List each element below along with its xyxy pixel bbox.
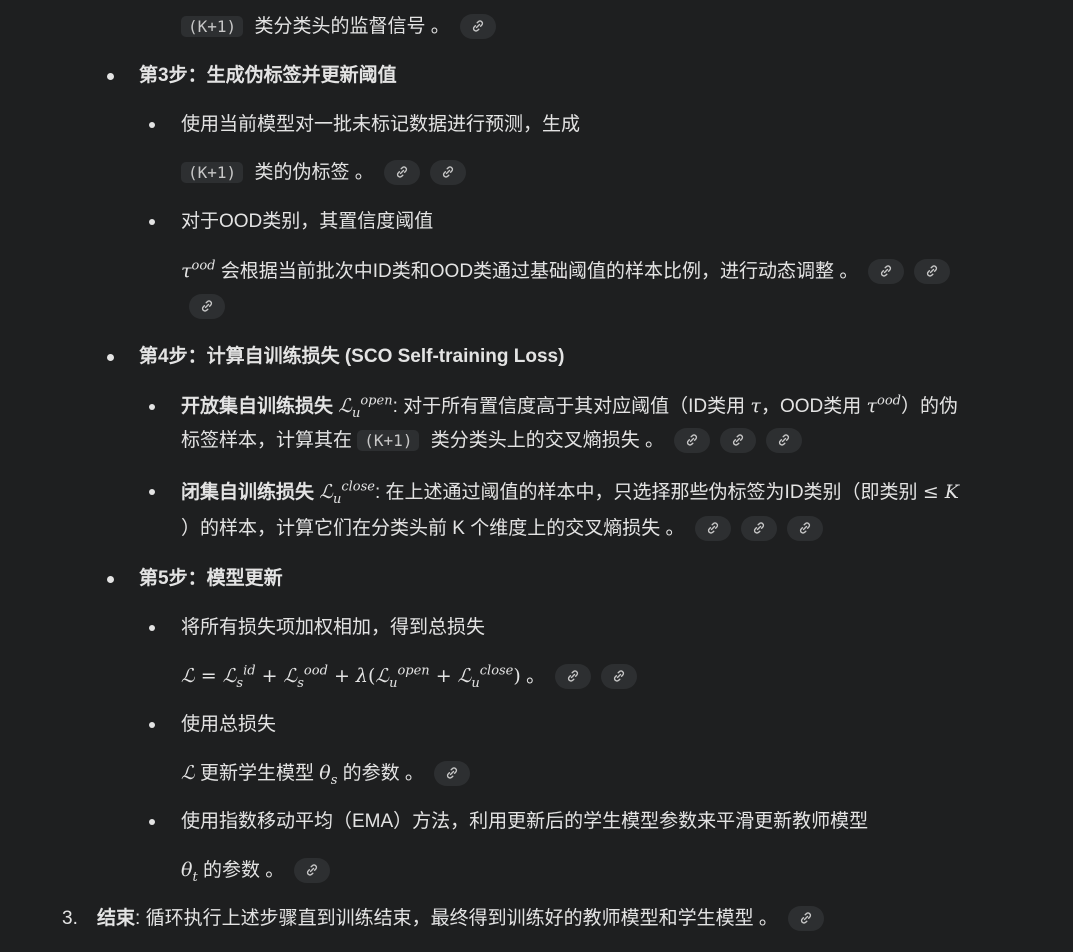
open-loss-label: 开放集自训练损失 (181, 396, 334, 417)
bullet (149, 404, 155, 410)
step3-item2-line1: 对于OOD类别，其置信度阈值 (181, 211, 434, 232)
list-number: 3. (62, 908, 78, 929)
step5-item2-line1: 使用总损失 (181, 714, 277, 735)
math-theta-s: θs (319, 762, 338, 788)
step5-title: 第5步：模型更新 (139, 568, 283, 589)
source-link-chip[interactable] (383, 160, 420, 186)
math-tau-ood: τood (181, 258, 216, 282)
math-open-loss: ℒuopen (338, 393, 393, 421)
link-icon (686, 434, 698, 447)
response-content: (K+1) 类分类头的监督信号 。 第3步：生成伪标签并更新阈值 使用当前模型对… (0, 0, 1073, 952)
source-link-chip[interactable] (555, 664, 592, 690)
math-tau-ood: τood (866, 393, 902, 417)
source-link-chip[interactable] (429, 160, 466, 186)
step3-title: 第3步：生成伪标签并更新阈值 (139, 65, 397, 86)
source-link-chip[interactable] (786, 516, 823, 542)
close-loss-label: 闭集自训练损失 (181, 482, 315, 503)
step3-item1-line2: (K+1) 类的伪标签 。 (181, 160, 466, 186)
code-k1: (K+1) (181, 162, 244, 183)
link-icon (778, 434, 790, 447)
step5-item3-line1: 使用指数移动平均（EMA）方法，利用更新后的学生模型参数来平滑更新教师模型 (181, 811, 869, 832)
step3-item2-text: 会根据当前批次中ID类和OOD类通过基础阈值的样本比例，进行动态调整 。 (215, 261, 859, 282)
source-link-chip[interactable] (694, 516, 731, 542)
step2-tail-line: (K+1) 类分类头的监督信号 。 (181, 14, 496, 40)
bullet (107, 73, 114, 80)
end-label: 结束 (97, 908, 136, 929)
source-link-chip[interactable] (674, 428, 711, 454)
source-link-chip[interactable] (294, 858, 331, 884)
link-icon (753, 522, 764, 535)
math-total-loss-formula: ℒ = ℒsid + ℒsood + λ(ℒuopen + ℒuclose) (181, 663, 521, 691)
link-icon (881, 265, 892, 278)
source-link-chip[interactable] (459, 14, 496, 40)
link-icon (732, 434, 744, 447)
math-le-k: ≤ K (922, 481, 959, 503)
source-link-chip[interactable] (740, 516, 777, 542)
source-link-chip[interactable] (720, 428, 757, 454)
source-link-chip[interactable] (787, 906, 824, 932)
link-icon (442, 166, 453, 179)
link-icon (201, 300, 213, 313)
bullet (107, 354, 114, 361)
bullet (149, 122, 155, 128)
end-text: : 循环执行上述步骤直到训练结束，最终得到训练好的教师模型和学生模型 。 (135, 908, 778, 929)
code-k1: (K+1) (357, 430, 420, 451)
link-icon (800, 912, 811, 925)
bullet (107, 576, 114, 583)
link-icon (396, 166, 407, 179)
step4-open-line2: 标签样本，计算其在 (K+1) 类分类头上的交叉熵损失 。 (181, 428, 803, 454)
link-icon (307, 864, 318, 877)
source-link-chip[interactable] (601, 664, 638, 690)
link-icon (927, 265, 938, 278)
step5-item2-line2: ℒ 更新学生模型 θs 的参数 。 (181, 760, 470, 787)
end-line: 结束: 循环执行上述步骤直到训练结束，最终得到训练好的教师模型和学生模型 。 (97, 906, 824, 932)
source-link-chip[interactable] (766, 428, 803, 454)
link-icon (446, 767, 457, 780)
math-loss: ℒ (181, 762, 195, 784)
step3-item1-line1: 使用当前模型对一批未标记数据进行预测，生成 (181, 114, 581, 135)
source-link-chip[interactable] (189, 294, 225, 320)
bullet (149, 722, 155, 728)
step2-tail-text: 类分类头的监督信号 。 (249, 16, 450, 37)
step5-item1-line1: 将所有损失项加权相加，得到总损失 (181, 617, 486, 638)
math-close-loss: ℒuclose (319, 479, 375, 507)
link-icon (472, 20, 483, 33)
step4-open-line1: 开放集自训练损失 ℒuopen: 对于所有置信度高于其对应阈值（ID类用 τ，O… (181, 393, 959, 421)
link-icon (614, 670, 625, 683)
bullet (149, 819, 155, 825)
step3-item1-text: 类的伪标签 。 (249, 162, 374, 183)
step3-item2-line2: τood 会根据当前批次中ID类和OOD类通过基础阈值的样本比例，进行动态调整 … (181, 258, 951, 285)
step4-close-line2: ）的样本，计算它们在分类头前 K 个维度上的交叉熵损失 。 (181, 516, 823, 542)
step5-item3-line2: θt 的参数 。 (181, 857, 331, 885)
math-theta-t: θt (181, 859, 198, 885)
link-icon (799, 522, 810, 535)
math-tau: τ (750, 395, 761, 417)
step3-item2-line3 (179, 294, 225, 320)
bullet (149, 219, 155, 225)
bullet (149, 489, 155, 495)
step5-item1-line2: ℒ = ℒsid + ℒsood + λ(ℒuopen + ℒuclose) 。 (181, 663, 638, 691)
source-link-chip[interactable] (914, 259, 951, 285)
link-icon (568, 670, 579, 683)
source-link-chip[interactable] (868, 259, 905, 285)
bullet (149, 625, 155, 631)
code-k1: (K+1) (181, 16, 244, 37)
step4-title: 第4步：计算自训练损失 (SCO Self-training Loss) (139, 346, 565, 367)
step4-close-line1: 闭集自训练损失 ℒuclose: 在上述通过阈值的样本中，只选择那些伪标签为ID… (181, 479, 959, 507)
source-link-chip[interactable] (433, 761, 470, 787)
link-icon (707, 522, 718, 535)
